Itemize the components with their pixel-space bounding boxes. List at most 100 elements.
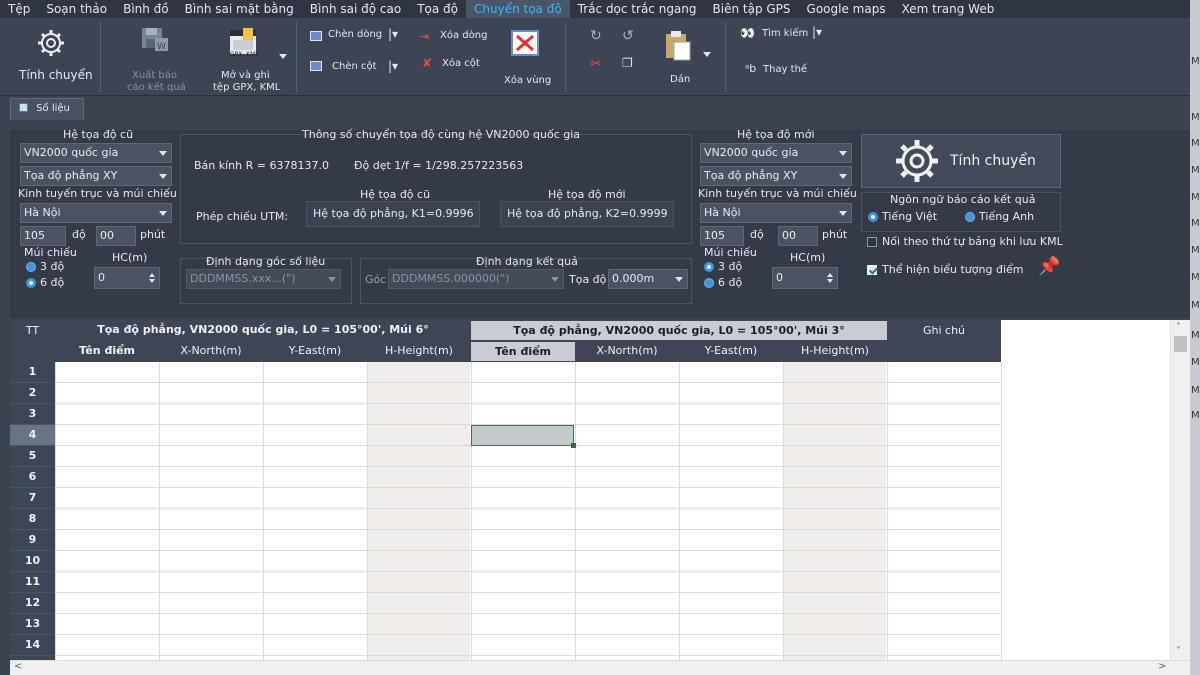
kml-order-checkbox[interactable]: Nối theo thứ tự bảng khi lưu KML [867, 235, 1063, 248]
row-header[interactable]: 11 [10, 572, 55, 593]
new-zone-3-radio[interactable]: 3 độ [704, 260, 742, 273]
copy-icon[interactable]: ❐ [622, 56, 633, 70]
row-header[interactable]: 12 [10, 593, 55, 614]
result-angle-select[interactable]: DDDMMSS.000000(") [388, 269, 564, 289]
ribbon-replace-button[interactable]: ᵃb Thay thế [745, 62, 815, 80]
ribbon-insert-col-dropdown[interactable]: |▾ [388, 59, 398, 73]
new-province-select[interactable]: Hà Nội [700, 203, 852, 223]
old-coord-type-select[interactable]: Tọa độ phẳng XY [20, 166, 172, 186]
result-coord-select[interactable]: 0.000m [608, 269, 688, 289]
new-zone-6-radio[interactable]: 6 độ [704, 276, 742, 289]
row-header[interactable]: 9 [10, 530, 55, 551]
col-right-height[interactable]: H-Height(m) [783, 344, 887, 357]
menu-file[interactable]: Tệp [0, 0, 38, 18]
col-left-height[interactable]: H-Height(m) [367, 344, 471, 357]
ribbon-find-dropdown[interactable]: |▾ [812, 25, 822, 39]
menu-transform-coordinates[interactable]: Chuyển tọa độ [466, 0, 570, 18]
insert-column-icon [310, 61, 322, 71]
selected-cell[interactable] [471, 425, 576, 448]
result-angle-label: Góc [365, 273, 387, 286]
ribbon-insert-row-dropdown[interactable]: |▾ [388, 27, 398, 41]
language-vietnamese-radio[interactable]: Tiếng Việt [868, 210, 937, 223]
old-province-select[interactable]: Hà Nội [20, 203, 172, 223]
ribbon-paste-button[interactable]: Dán [660, 24, 715, 90]
ribbon-gpx-dropdown[interactable] [279, 54, 287, 59]
old-hc-input[interactable]: 0 [94, 267, 160, 289]
row-header[interactable]: 1 [10, 362, 55, 383]
new-hc-label: HC(m) [790, 251, 826, 264]
menu-google-maps[interactable]: Google maps [799, 0, 894, 18]
old-minute-input[interactable]: 00 [96, 226, 136, 246]
scroll-left-icon[interactable]: < [14, 661, 22, 672]
ribbon-calc-button[interactable]: Tính chuyển [10, 24, 93, 90]
menu-coordinates[interactable]: Tọa độ [409, 0, 466, 18]
old-zone-3-radio[interactable]: 3 độ [26, 260, 64, 273]
cut-icon[interactable]: ✂ [590, 56, 602, 72]
scroll-down-icon[interactable]: ˅ [1176, 646, 1181, 657]
report-language-title: Ngôn ngữ báo cáo kết quả [890, 193, 1036, 206]
new-hc-input[interactable]: 0 [772, 267, 838, 289]
ribbon-paste-dropdown[interactable] [703, 52, 711, 57]
row-header[interactable]: 6 [10, 467, 55, 488]
ribbon-export-report-button[interactable]: W Xuất báo cáo kết quả [118, 24, 188, 93]
col-left-x-north[interactable]: X-North(m) [159, 344, 263, 357]
background-window-edge: MMM MMM MMM MMM M [1190, 0, 1200, 675]
row-header[interactable]: 2 [10, 383, 55, 404]
col-right-y-east[interactable]: Y-East(m) [679, 344, 783, 357]
group-header-right[interactable]: Tọa độ phẳng, VN2000 quốc gia, L0 = 105°… [471, 321, 887, 340]
scrollbar-thumb[interactable] [1174, 336, 1187, 352]
scroll-up-icon[interactable]: ˄ [1176, 322, 1181, 333]
calculate-button[interactable]: Tính chuyển [861, 134, 1061, 188]
old-degree-input[interactable]: 105 [20, 226, 66, 246]
old-zone-6-radio[interactable]: 6 độ [26, 276, 64, 289]
row-header[interactable]: 5 [10, 446, 55, 467]
new-datum-select[interactable]: VN2000 quốc gia [700, 143, 852, 163]
menu-vertical-adjust[interactable]: Bình sai độ cao [302, 0, 409, 18]
tab-data[interactable]: Số liệu [10, 98, 84, 120]
row-line [55, 508, 1001, 509]
row-header[interactable]: 14 [10, 635, 55, 656]
col-left-point-name[interactable]: Tên điểm [55, 344, 159, 357]
menu-profiles[interactable]: Trắc dọc trắc ngang [570, 0, 705, 18]
horizontal-scrollbar[interactable]: < > [10, 660, 1190, 675]
ribbon-find-button[interactable]: 👀 Tìm kiếm |▾ [740, 25, 830, 44]
row-header[interactable]: 8 [10, 509, 55, 530]
old-hc-label: HC(m) [112, 251, 148, 264]
menu-web[interactable]: Xem trang Web [894, 0, 1003, 18]
tt-header: TT [25, 324, 40, 337]
ribbon-gpx-label-1: Mở và ghi [221, 70, 270, 81]
row-header[interactable]: 13 [10, 614, 55, 635]
col-left-y-east[interactable]: Y-East(m) [263, 344, 367, 357]
ribbon-insert-row-button[interactable]: Chèn dòng |▾ [310, 27, 400, 46]
new-coord-type-select[interactable]: Tọa độ phẳng XY [700, 166, 852, 186]
old-datum-select[interactable]: VN2000 quốc gia [20, 143, 172, 163]
menu-gps-edit[interactable]: Biên tập GPS [705, 0, 799, 18]
ribbon-export-label-2: cáo kết quả [127, 82, 186, 93]
menu-edit[interactable]: Soạn thảo [38, 0, 115, 18]
row-header[interactable]: 4 [10, 425, 55, 446]
row-header[interactable]: 10 [10, 551, 55, 572]
angle-format-select[interactable]: DDDMMSS.xxx...(") [186, 269, 341, 289]
row-header[interactable]: 7 [10, 488, 55, 509]
ribbon-delete-region-button[interactable]: Xóa vùng [500, 24, 552, 90]
col-right-x-north[interactable]: X-North(m) [575, 344, 679, 357]
menu-horizontal-adjust[interactable]: Bình sai mặt bằng [177, 0, 302, 18]
show-points-checkbox[interactable]: Thể hiện biểu tượng điểm [867, 263, 1023, 276]
ribbon-insert-col-button[interactable]: Chèn cột |▾ [310, 58, 400, 76]
new-degree-input[interactable]: 105 [700, 226, 744, 246]
new-minute-input[interactable]: 00 [778, 226, 818, 246]
menu-plan[interactable]: Bình đồ [115, 0, 177, 18]
new-system-title: Hệ tọa độ mới [737, 128, 815, 141]
redo-icon[interactable]: ↺ [622, 28, 634, 44]
col-right-point-name[interactable]: Tên điểm [471, 342, 575, 361]
scroll-right-icon[interactable]: > [1158, 661, 1166, 672]
row-header[interactable]: 3 [10, 404, 55, 425]
group-header-left: Tọa độ phẳng, VN2000 quốc gia, L0 = 105°… [97, 323, 429, 336]
language-english-radio[interactable]: Tiếng Anh [965, 210, 1034, 223]
ribbon-delete-col-button[interactable]: ✘ Xóa cột [420, 56, 490, 74]
vertical-scrollbar[interactable]: ˄ ˅ [1170, 320, 1190, 662]
ribbon-delete-row-button[interactable]: ⇥ Xóa dòng [420, 28, 490, 46]
undo-icon[interactable]: ↻ [590, 28, 602, 44]
settings-area: Hệ tọa độ cũ VN2000 quốc gia Tọa độ phẳn… [0, 120, 1190, 318]
row-line [55, 655, 1001, 656]
